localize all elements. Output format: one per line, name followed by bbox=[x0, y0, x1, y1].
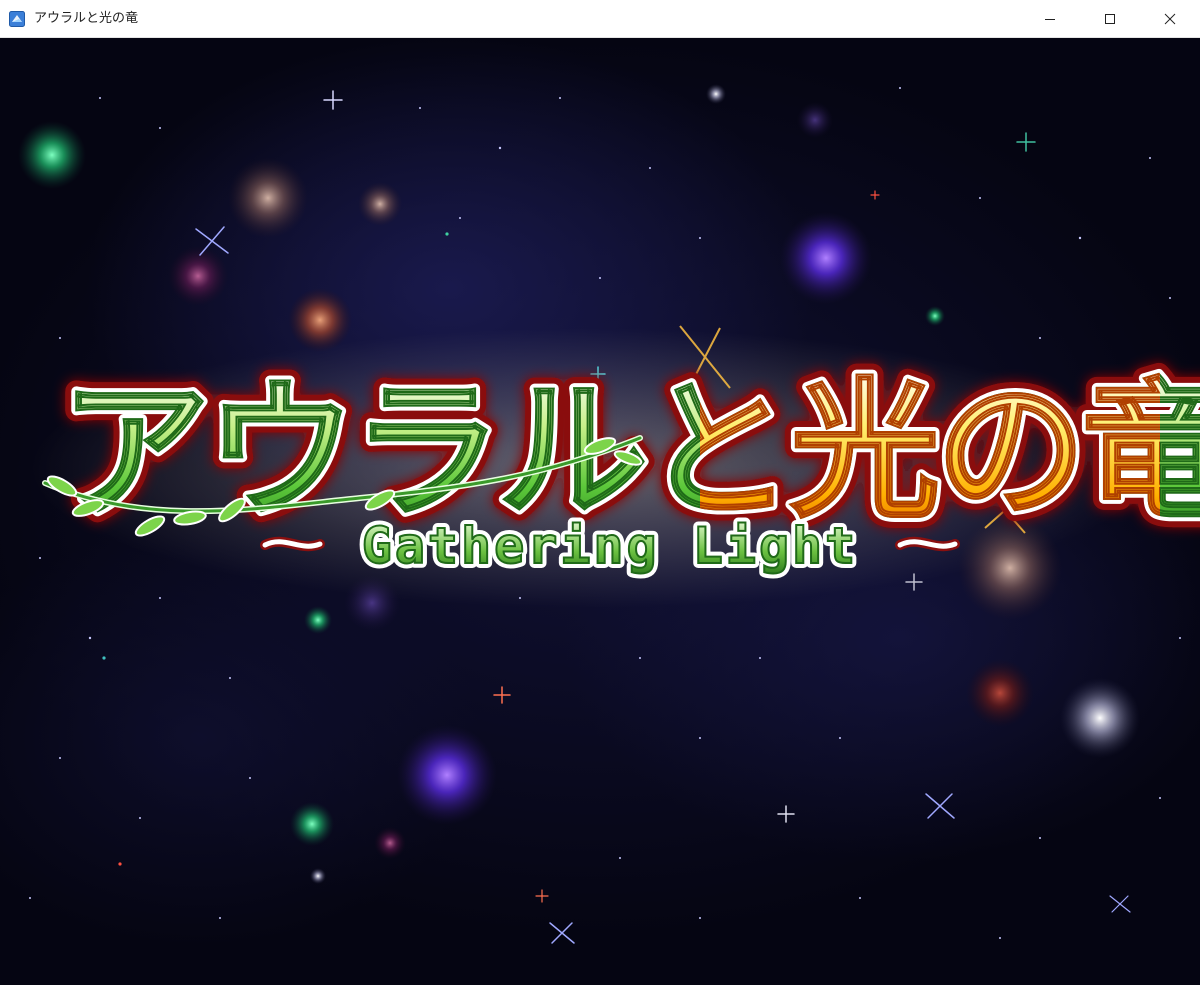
game-canvas[interactable]: アウラルと光の竜 アウラルと光の竜 アウラルと光の竜 アウラルと光の竜 bbox=[0, 38, 1200, 985]
minimize-icon bbox=[1045, 19, 1055, 20]
logo-subtitle: Gathering Light bbox=[362, 517, 859, 575]
logo-subtitle-group: Gathering Light Gathering Light bbox=[260, 512, 960, 580]
minimize-button[interactable] bbox=[1020, 0, 1080, 38]
window-title: アウラルと光の竜 bbox=[34, 11, 139, 26]
maximize-button[interactable] bbox=[1080, 0, 1140, 38]
close-icon bbox=[1164, 13, 1176, 25]
app-icon bbox=[9, 11, 25, 27]
app-window: アウラルと光の竜 アウラルと光の竜 アウラルと光の竜 アウラルと光の竜 Gath… bbox=[0, 0, 1200, 985]
title-bar[interactable]: アウラルと光の竜 bbox=[0, 0, 1200, 38]
maximize-icon bbox=[1105, 14, 1115, 24]
close-button[interactable] bbox=[1140, 0, 1200, 38]
game-logo: アウラルと光の竜 アウラルと光の竜 アウラルと光の竜 アウラルと光の竜 bbox=[30, 325, 1200, 608]
